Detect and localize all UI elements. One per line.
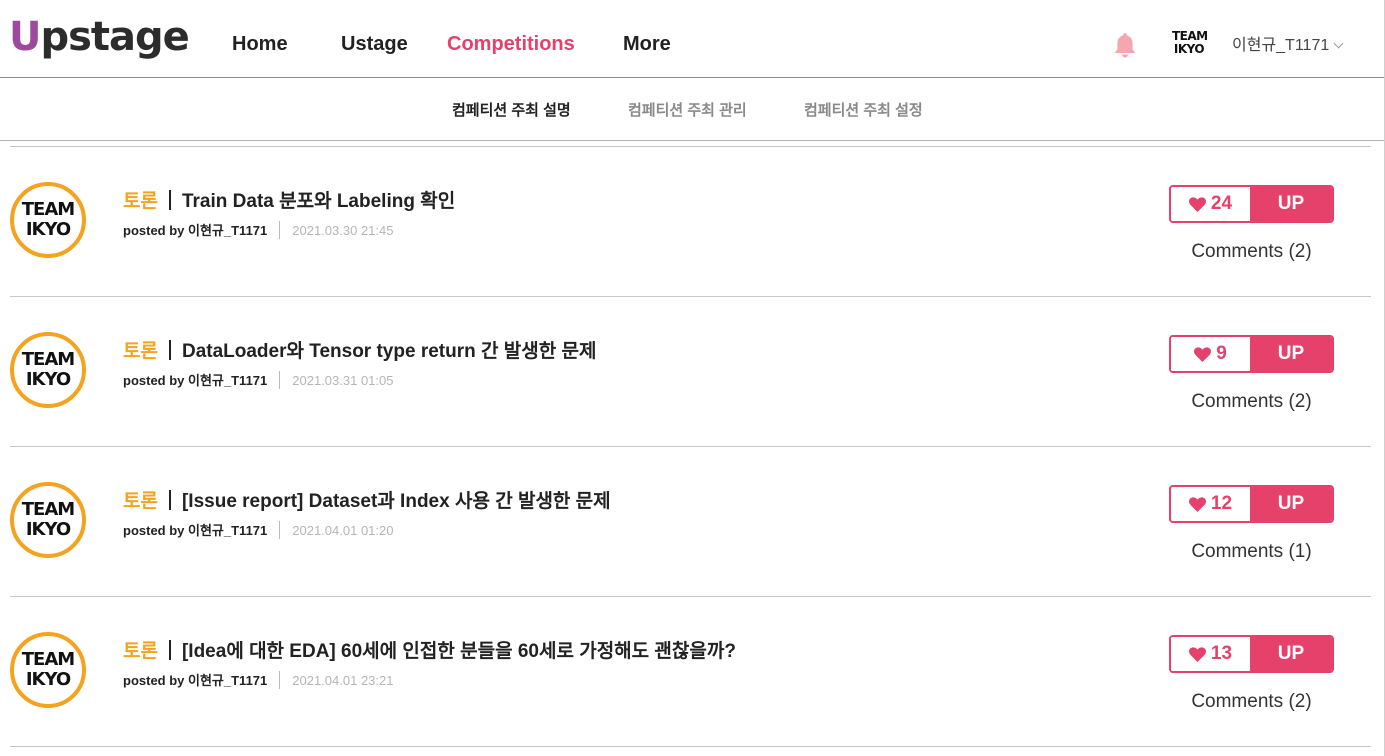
post-category[interactable]: 토론 (123, 491, 158, 512)
meta-divider (279, 221, 281, 239)
like-button[interactable]: 12 (1171, 487, 1250, 521)
heart-icon (1194, 346, 1212, 362)
post-author: posted by 이현규_T1171 (123, 223, 268, 238)
like-count: 9 (1216, 343, 1227, 364)
logo-text: pstage (40, 14, 189, 60)
title-divider (168, 340, 171, 360)
post-title[interactable]: [Idea에 대한 EDA] 60세에 인접한 분들을 60세로 가정해도 괜찮… (182, 641, 736, 662)
up-button[interactable]: UP (1250, 487, 1332, 521)
avatar[interactable]: TEAM IKYO (10, 332, 86, 408)
up-button[interactable]: UP (1250, 337, 1332, 371)
avatar-text-line1: TEAM (21, 649, 75, 670)
comments-link[interactable]: Comments (1) (1169, 540, 1334, 564)
post-item: TEAM IKYO 토론 DataLoader와 Tensor type retu… (10, 297, 1371, 447)
post-title[interactable]: [Issue report] Dataset과 Index 사용 간 발생한 문… (182, 491, 611, 512)
vote-control: 24 UP (1169, 185, 1334, 223)
post-category[interactable]: 토론 (123, 641, 158, 662)
logo-initial: U (9, 14, 42, 60)
post-meta: posted by 이현규_T1171 2021.04.01 01:20 (123, 521, 393, 540)
vote-control: 12 UP (1169, 485, 1334, 523)
heart-icon (1188, 646, 1206, 662)
avatar-text-line2: IKYO (25, 669, 71, 690)
avatar[interactable]: TEAM IKYO (10, 632, 86, 708)
chevron-down-icon (1333, 38, 1344, 49)
tab-competition-management[interactable]: 컴페티션 주최 관리 (628, 101, 747, 121)
meta-divider (279, 521, 281, 539)
meta-divider (279, 671, 281, 689)
nav-home[interactable]: Home (232, 31, 288, 57)
post-title-row: 토론 [Issue report] Dataset과 Index 사용 간 발생한… (123, 490, 611, 514)
avatar-text-line2: IKYO (25, 519, 71, 540)
post-title-row: 토론 Train Data 분포와 Labeling 확인 (123, 190, 455, 214)
vote-control: 13 UP (1169, 635, 1334, 673)
nav-competitions[interactable]: Competitions (447, 31, 575, 57)
post-title[interactable]: Train Data 분포와 Labeling 확인 (182, 191, 455, 212)
post-meta: posted by 이현규_T1171 2021.03.31 01:05 (123, 371, 393, 390)
like-count: 12 (1210, 493, 1233, 514)
like-button[interactable]: 24 (1171, 187, 1250, 221)
post-date: 2021.04.01 01:20 (292, 523, 394, 538)
comments-link[interactable]: Comments (2) (1169, 240, 1334, 264)
post-date: 2021.04.01 23:21 (292, 673, 394, 688)
tab-competition-settings[interactable]: 컴페티션 주최 설정 (804, 101, 923, 121)
post-meta: posted by 이현규_T1171 2021.03.30 21:45 (123, 221, 393, 240)
post-title[interactable]: DataLoader와 Tensor type return 간 발생한 문제 (182, 341, 596, 362)
heart-icon (1188, 196, 1206, 212)
team-logo-small[interactable]: TEAM IKYO (1172, 30, 1208, 56)
title-divider (168, 640, 171, 660)
title-divider (168, 490, 171, 510)
nav-ustage[interactable]: Ustage (341, 31, 408, 57)
post-item: TEAM IKYO 토론 Train Data 분포와 Labeling 확인 p… (10, 147, 1371, 297)
meta-divider (279, 371, 281, 389)
user-name: 이현규_T1171 (1232, 37, 1330, 54)
avatar-text-line1: TEAM (21, 499, 75, 520)
user-menu[interactable]: 이현규_T1171 (1232, 35, 1344, 57)
post-item: TEAM IKYO 토론 [Issue report] Dataset과 Inde… (10, 447, 1371, 597)
post-author: posted by 이현규_T1171 (123, 373, 268, 388)
post-date: 2021.03.31 01:05 (292, 373, 394, 388)
avatar-text-line1: TEAM (21, 349, 75, 370)
avatar-text-line1: TEAM (21, 199, 75, 220)
up-button[interactable]: UP (1250, 637, 1332, 671)
avatar-text-line2: IKYO (25, 219, 71, 240)
post-title-row: 토론 [Idea에 대한 EDA] 60세에 인접한 분들을 60세로 가정해도 … (123, 640, 736, 664)
top-header: Upstage Home Ustage Competitions More TE… (0, 0, 1385, 78)
bell-icon[interactable] (1112, 31, 1138, 59)
post-meta: posted by 이현규_T1171 2021.04.01 23:21 (123, 671, 393, 690)
upstage-logo[interactable]: Upstage (9, 14, 190, 60)
post-category[interactable]: 토론 (123, 341, 158, 362)
avatar[interactable]: TEAM IKYO (10, 482, 86, 558)
post-author: posted by 이현규_T1171 (123, 673, 268, 688)
vote-control: 9 UP (1169, 335, 1334, 373)
heart-icon (1188, 496, 1206, 512)
nav-more[interactable]: More (623, 31, 671, 57)
like-count: 24 (1210, 193, 1233, 214)
like-count: 13 (1210, 643, 1233, 664)
post-author: posted by 이현규_T1171 (123, 523, 268, 538)
like-button[interactable]: 13 (1171, 637, 1250, 671)
post-item: TEAM IKYO 토론 [Idea에 대한 EDA] 60세에 인접한 분들을 … (10, 597, 1371, 747)
team-logo-line2: IKYO (1173, 42, 1205, 56)
post-title-row: 토론 DataLoader와 Tensor type return 간 발생한 문… (123, 340, 596, 364)
avatar-text-line2: IKYO (25, 369, 71, 390)
comments-link[interactable]: Comments (2) (1169, 390, 1334, 414)
comments-link[interactable]: Comments (2) (1169, 690, 1334, 714)
avatar[interactable]: TEAM IKYO (10, 182, 86, 258)
title-divider (168, 190, 171, 210)
competition-subnav: 컴페티션 주최 설명 컴페티션 주최 관리 컴페티션 주최 설정 (0, 78, 1385, 141)
tab-competition-description[interactable]: 컴페티션 주최 설명 (452, 101, 571, 121)
post-category[interactable]: 토론 (123, 191, 158, 212)
post-date: 2021.03.30 21:45 (292, 223, 394, 238)
up-button[interactable]: UP (1250, 187, 1332, 221)
like-button[interactable]: 9 (1171, 337, 1250, 371)
